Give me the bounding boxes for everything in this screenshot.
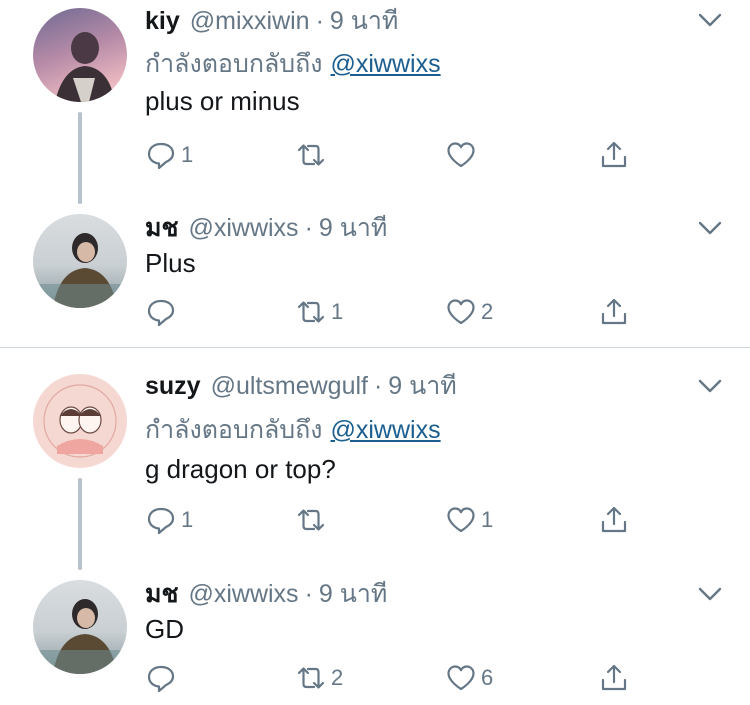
avatar-photo — [55, 32, 115, 102]
tweet-text: plus or minus — [145, 86, 300, 116]
share-button[interactable] — [598, 500, 630, 540]
retweet-icon — [297, 509, 325, 531]
reply-icon — [147, 299, 175, 327]
avatar[interactable] — [33, 374, 127, 468]
tweet-header: kiy @mixxiwin · 9 นาที — [145, 1, 398, 41]
avatar[interactable] — [33, 8, 127, 102]
retweet-icon — [297, 667, 325, 689]
user-handle[interactable]: @xiwwixs — [188, 580, 298, 609]
separator-dot: · — [315, 6, 324, 35]
reply-button[interactable]: 1 — [145, 135, 193, 175]
retweet-button[interactable] — [295, 135, 331, 175]
chevron-down-icon[interactable] — [694, 578, 726, 610]
separator-dot: · — [373, 371, 383, 400]
reply-count: 1 — [181, 142, 194, 167]
heart-icon — [447, 299, 475, 325]
action-bar: 1 2 — [145, 292, 645, 332]
tweet[interactable]: suzy @ultsmewgulf · 9 นาที กำลังตอบกลับถ… — [0, 366, 750, 566]
avatar-photo — [33, 599, 127, 674]
like-button[interactable]: 2 — [445, 292, 493, 332]
chevron-down-icon[interactable] — [694, 212, 726, 244]
action-bar: 1 1 — [145, 500, 645, 540]
display-name[interactable]: มช — [145, 574, 178, 614]
like-button[interactable] — [445, 135, 481, 175]
timestamp[interactable]: 9 นาที — [330, 1, 398, 41]
retweet-button[interactable]: 1 — [295, 292, 343, 332]
tweet-text: g dragon or top? — [145, 454, 336, 484]
tweet[interactable]: มช @xiwwixs · 9 นาที Plus 1 2 — [0, 208, 750, 348]
share-icon — [601, 298, 627, 325]
share-button[interactable] — [598, 135, 630, 175]
user-handle[interactable]: @xiwwixs — [188, 214, 298, 243]
tweet-header: มช @xiwwixs · 9 นาที — [145, 574, 387, 614]
retweet-icon — [297, 144, 325, 166]
chevron-down-icon[interactable] — [694, 4, 726, 36]
like-count: 1 — [481, 507, 494, 532]
display-name[interactable]: มช — [145, 208, 178, 248]
mention-link[interactable]: @xiwwixs — [331, 50, 441, 78]
like-button[interactable]: 1 — [445, 500, 493, 540]
replying-to-label: กำลังตอบกลับถึง — [145, 50, 323, 78]
reply-count: 1 — [181, 507, 194, 532]
action-bar: 2 6 — [145, 658, 645, 698]
reply-button[interactable] — [145, 658, 181, 698]
timestamp[interactable]: 9 นาที — [388, 366, 456, 406]
like-count: 2 — [481, 299, 494, 324]
retweet-button[interactable] — [295, 500, 331, 540]
tweet-text: Plus — [145, 248, 196, 278]
mention-link[interactable]: @xiwwixs — [331, 416, 441, 444]
timestamp[interactable]: 9 นาที — [319, 208, 387, 248]
display-name[interactable]: kiy — [145, 7, 180, 36]
user-handle[interactable]: @mixxiwin — [190, 7, 310, 36]
share-icon — [601, 506, 627, 533]
separator-dot: · — [304, 213, 313, 242]
conversation-divider — [0, 347, 750, 348]
retweet-icon — [297, 301, 325, 323]
retweet-count: 1 — [331, 299, 344, 324]
share-button[interactable] — [598, 292, 630, 332]
avatar[interactable] — [33, 214, 127, 308]
tweet[interactable]: มช @xiwwixs · 9 นาที GD 2 6 — [0, 574, 750, 705]
avatar-photo — [33, 233, 127, 308]
chevron-down-icon[interactable] — [694, 370, 726, 402]
separator-dot: · — [304, 579, 313, 608]
tweet-text: GD — [145, 614, 184, 644]
user-handle[interactable]: @ultsmewgulf — [211, 372, 368, 401]
avatar-photo — [43, 384, 117, 458]
reply-icon — [147, 142, 175, 170]
heart-icon — [447, 142, 475, 168]
reply-button[interactable]: 1 — [145, 500, 193, 540]
timestamp[interactable]: 9 นาที — [319, 574, 387, 614]
reply-button[interactable] — [145, 292, 181, 332]
share-icon — [601, 141, 627, 168]
retweet-button[interactable]: 2 — [295, 658, 343, 698]
share-icon — [601, 664, 627, 691]
tweet-header: suzy @ultsmewgulf · 9 นาที — [145, 366, 457, 406]
action-bar: 1 — [145, 135, 645, 175]
avatar[interactable] — [33, 580, 127, 674]
reply-icon — [147, 665, 175, 693]
heart-icon — [447, 507, 475, 533]
like-count: 6 — [481, 665, 494, 690]
tweet[interactable]: kiy @mixxiwin · 9 นาที กำลังตอบกลับถึง @x… — [0, 0, 750, 200]
replying-to: กำลังตอบกลับถึง @xiwwixs — [145, 44, 441, 84]
heart-icon — [447, 665, 475, 691]
reply-icon — [147, 507, 175, 535]
display-name[interactable]: suzy — [145, 372, 201, 401]
retweet-count: 2 — [331, 665, 344, 690]
share-button[interactable] — [598, 658, 630, 698]
like-button[interactable]: 6 — [445, 658, 493, 698]
tweet-header: มช @xiwwixs · 9 นาที — [145, 208, 387, 248]
replying-to-label: กำลังตอบกลับถึง — [145, 416, 323, 444]
replying-to: กำลังตอบกลับถึง @xiwwixs — [145, 410, 441, 450]
